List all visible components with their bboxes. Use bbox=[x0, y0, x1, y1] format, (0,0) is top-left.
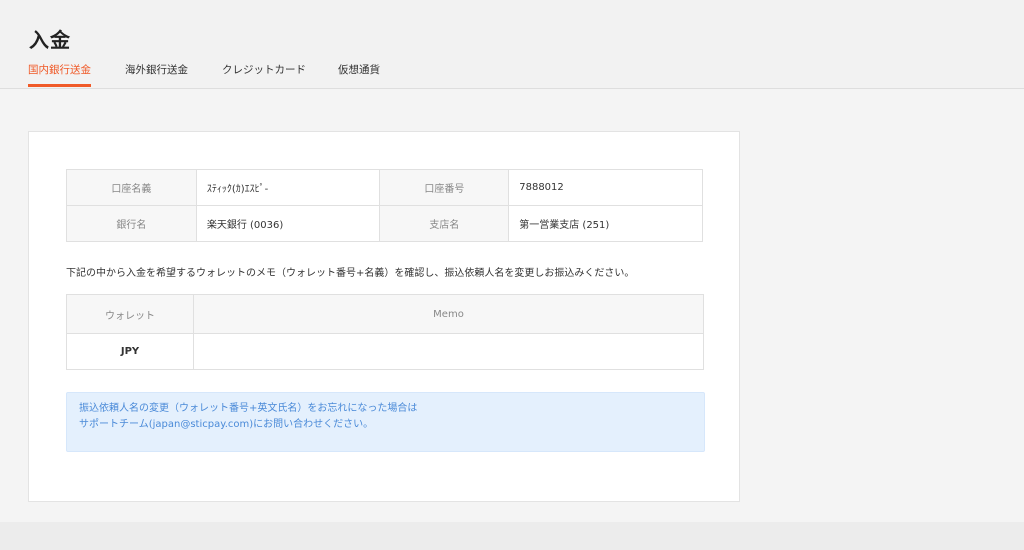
wallet-memo-table: ウォレット Memo JPY bbox=[66, 294, 704, 370]
table-row: JPY bbox=[66, 333, 704, 370]
memo-column-header: Memo bbox=[193, 294, 704, 334]
account-number-value: 7888012 bbox=[508, 169, 703, 206]
tab-domestic-bank-transfer[interactable]: 国内銀行送金 bbox=[28, 62, 91, 87]
account-name-label: 口座名義 bbox=[66, 169, 197, 206]
page-header: 入金 国内銀行送金 海外銀行送金 クレジットカード 仮想通貨 bbox=[0, 0, 1024, 89]
table-row: 銀行名 楽天銀行 (0036) 支店名 第一営業支店 (251) bbox=[66, 205, 703, 242]
bank-name-value: 楽天銀行 (0036) bbox=[195, 205, 381, 242]
table-header-row: ウォレット Memo bbox=[66, 294, 704, 334]
tab-crypto[interactable]: 仮想通貨 bbox=[338, 62, 380, 87]
bank-info-table: 口座名義 ｽﾃｨｯｸ(ｶ)ｴｽﾋﾟ- 口座番号 7888012 銀行名 楽天銀行… bbox=[66, 169, 703, 242]
branch-name-label: 支店名 bbox=[379, 205, 510, 242]
branch-name-value: 第一営業支店 (251) bbox=[508, 205, 703, 242]
instruction-text: 下記の中から入金を希望するウォレットのメモ（ウォレット番号+名義）を確認し、振込… bbox=[66, 268, 635, 279]
account-name-value: ｽﾃｨｯｸ(ｶ)ｴｽﾋﾟ- bbox=[195, 169, 381, 206]
notice-box: 振込依頼人名の変更（ウォレット番号+英文氏名）をお忘れになった場合は サポートチ… bbox=[66, 392, 705, 452]
bank-name-label: 銀行名 bbox=[66, 205, 197, 242]
wallet-column-header: ウォレット bbox=[66, 294, 194, 334]
tab-credit-card[interactable]: クレジットカード bbox=[222, 62, 306, 87]
table-row: 口座名義 ｽﾃｨｯｸ(ｶ)ｴｽﾋﾟ- 口座番号 7888012 bbox=[66, 169, 703, 206]
wallet-cell: JPY bbox=[66, 333, 194, 370]
footer-band bbox=[0, 522, 1024, 550]
notice-line: サポートチーム(japan@sticpay.com)にお問い合わせください。 bbox=[79, 419, 374, 430]
page-title: 入金 bbox=[29, 28, 71, 52]
tab-overseas-bank-transfer[interactable]: 海外銀行送金 bbox=[125, 62, 188, 87]
notice-line: 振込依頼人名の変更（ウォレット番号+英文氏名）をお忘れになった場合は bbox=[79, 403, 418, 414]
account-number-label: 口座番号 bbox=[379, 169, 510, 206]
deposit-card: 口座名義 ｽﾃｨｯｸ(ｶ)ｴｽﾋﾟ- 口座番号 7888012 銀行名 楽天銀行… bbox=[28, 131, 740, 502]
memo-cell[interactable] bbox=[193, 333, 704, 370]
